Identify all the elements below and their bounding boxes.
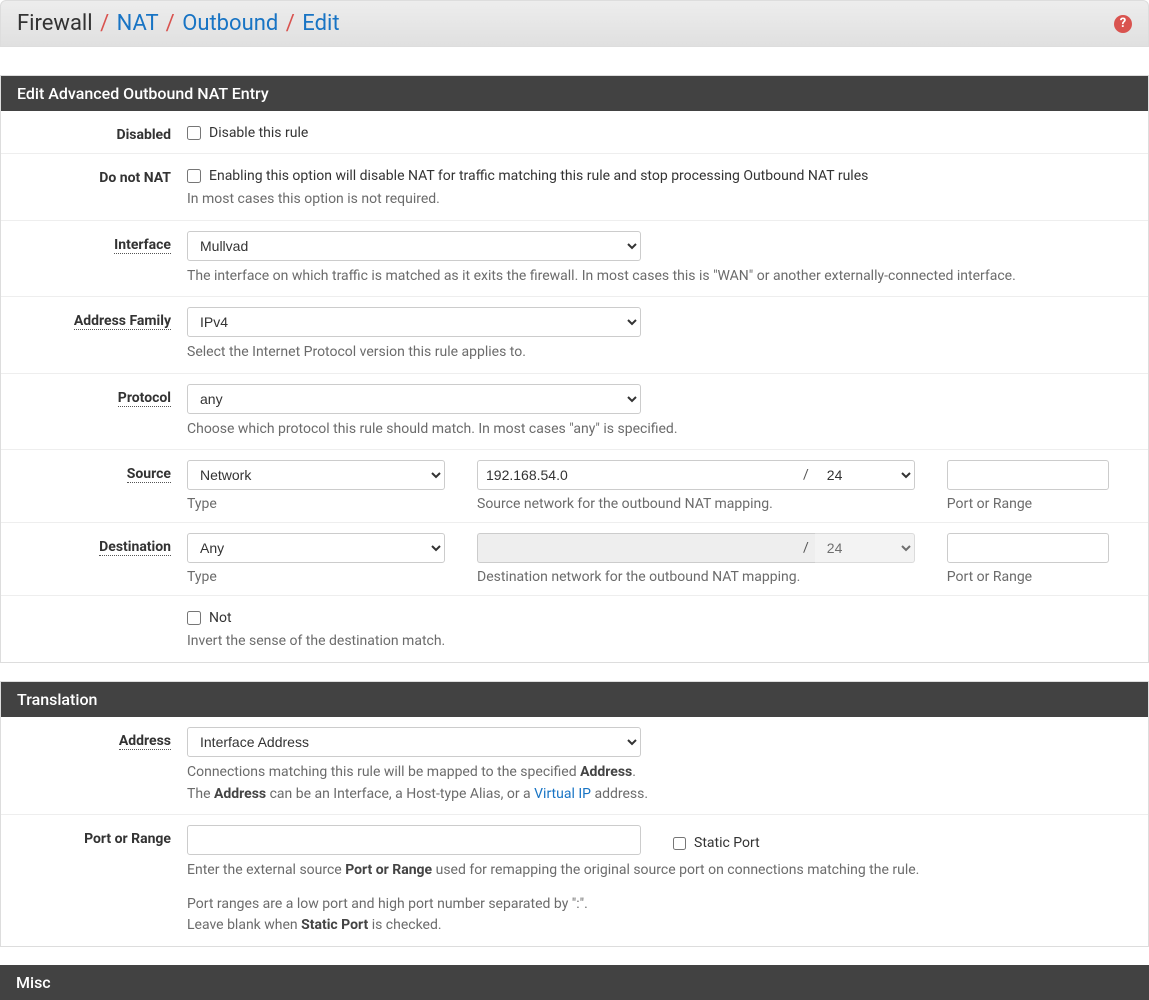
sub-destination-type: Type	[187, 569, 445, 585]
panel-edit-nat: Edit Advanced Outbound NAT Entry Disable…	[0, 75, 1149, 663]
row-do-not-nat: Do not NAT Enabling this option will dis…	[1, 154, 1148, 221]
row-source: Source Network Type / 24	[1, 450, 1148, 523]
help-trans-address-2: The Address can be an Interface, a Host-…	[187, 785, 1132, 805]
help-icon[interactable]: ?	[1114, 15, 1132, 33]
select-interface[interactable]: Mullvad	[187, 231, 641, 261]
row-protocol: Protocol any Choose which protocol this …	[1, 374, 1148, 451]
checkbox-disable-rule-label: Disable this rule	[209, 125, 308, 141]
help-trans-port-3: Leave blank when Static Port is checked.	[187, 916, 1132, 936]
checkbox-static-port-label: Static Port	[694, 835, 760, 851]
label-trans-address: Address	[1, 727, 187, 804]
label-interface: Interface	[1, 231, 187, 287]
checkbox-do-not-nat[interactable]	[187, 169, 201, 183]
page-header: Firewall / NAT / Outbound / Edit ?	[0, 0, 1149, 47]
sub-destination-net: Destination network for the outbound NAT…	[477, 569, 915, 585]
sub-destination-port: Port or Range	[947, 569, 1109, 585]
slash-divider: /	[797, 460, 815, 490]
link-virtual-ip[interactable]: Virtual IP	[534, 786, 591, 802]
input-destination-port[interactable]	[947, 533, 1109, 563]
label-do-not-nat: Do not NAT	[1, 164, 187, 210]
panel-translation: Translation Address Interface Address Co…	[0, 681, 1149, 947]
select-source-type[interactable]: Network	[187, 460, 445, 490]
checkbox-not[interactable]	[187, 611, 201, 625]
panel-heading-misc: Misc	[0, 965, 1149, 1000]
select-protocol[interactable]: any	[187, 384, 641, 414]
panel-heading-translation: Translation	[1, 682, 1148, 717]
breadcrumb: Firewall / NAT / Outbound / Edit	[17, 11, 340, 36]
select-address-family[interactable]: IPv4	[187, 307, 641, 337]
checkbox-disable-rule-wrap[interactable]: Disable this rule	[187, 121, 1132, 141]
panel-body-edit: Disabled Disable this rule Do not NAT En…	[1, 111, 1148, 662]
breadcrumb-sep: /	[98, 11, 111, 36]
row-interface: Interface Mullvad The interface on which…	[1, 221, 1148, 298]
help-address-family: Select the Internet Protocol version thi…	[187, 343, 1132, 363]
help-protocol: Choose which protocol this rule should m…	[187, 420, 1132, 440]
help-do-not-nat: In most cases this option is not require…	[187, 190, 1132, 210]
label-address-family: Address Family	[1, 307, 187, 363]
select-destination-mask: 24	[815, 533, 915, 563]
input-source-port[interactable]	[947, 460, 1109, 490]
checkbox-not-wrap[interactable]: Not	[187, 606, 1132, 626]
label-disabled: Disabled	[1, 121, 187, 143]
help-trans-address-1: Connections matching this rule will be m…	[187, 763, 1132, 783]
checkbox-disable-rule[interactable]	[187, 126, 201, 140]
row-destination: Destination Any Type / 24	[1, 523, 1148, 596]
row-disabled: Disabled Disable this rule	[1, 111, 1148, 154]
help-interface: The interface on which traffic is matche…	[187, 267, 1132, 287]
label-not-empty	[1, 606, 187, 652]
panel-heading-edit: Edit Advanced Outbound NAT Entry	[1, 76, 1148, 111]
input-destination-network	[477, 533, 797, 563]
sub-source-type: Type	[187, 496, 445, 512]
input-source-network[interactable]	[477, 460, 797, 490]
select-destination-type[interactable]: Any	[187, 533, 445, 563]
slash-divider: /	[797, 533, 815, 563]
breadcrumb-nat[interactable]: NAT	[117, 11, 159, 36]
help-trans-port-1: Enter the external source Port or Range …	[187, 861, 1132, 881]
label-protocol: Protocol	[1, 384, 187, 440]
select-trans-address[interactable]: Interface Address	[187, 727, 641, 757]
breadcrumb-root: Firewall	[17, 11, 93, 36]
breadcrumb-sep: /	[164, 11, 177, 36]
input-trans-port[interactable]	[187, 825, 641, 855]
sub-source-net: Source network for the outbound NAT mapp…	[477, 496, 915, 512]
row-not: Not Invert the sense of the destination …	[1, 596, 1148, 662]
select-source-mask[interactable]: 24	[815, 460, 915, 490]
checkbox-do-not-nat-wrap[interactable]: Enabling this option will disable NAT fo…	[187, 164, 1132, 184]
sub-source-port: Port or Range	[947, 496, 1109, 512]
checkbox-not-label: Not	[209, 610, 232, 626]
row-address-family: Address Family IPv4 Select the Internet …	[1, 297, 1148, 374]
panel-body-translation: Address Interface Address Connections ma…	[1, 717, 1148, 946]
help-not: Invert the sense of the destination matc…	[187, 632, 1132, 652]
row-trans-port: Port or Range Static Port Enter the exte…	[1, 815, 1148, 946]
breadcrumb-sep: /	[284, 11, 297, 36]
breadcrumb-edit[interactable]: Edit	[302, 11, 339, 36]
checkbox-do-not-nat-label: Enabling this option will disable NAT fo…	[209, 168, 868, 184]
label-destination: Destination	[1, 533, 187, 585]
checkbox-static-port-wrap[interactable]: Static Port	[673, 829, 760, 851]
checkbox-static-port[interactable]	[673, 837, 686, 850]
label-source: Source	[1, 460, 187, 512]
help-trans-port-2: Port ranges are a low port and high port…	[187, 895, 1132, 915]
breadcrumb-outbound[interactable]: Outbound	[182, 11, 278, 36]
label-trans-port: Port or Range	[1, 825, 187, 936]
row-trans-address: Address Interface Address Connections ma…	[1, 717, 1148, 815]
